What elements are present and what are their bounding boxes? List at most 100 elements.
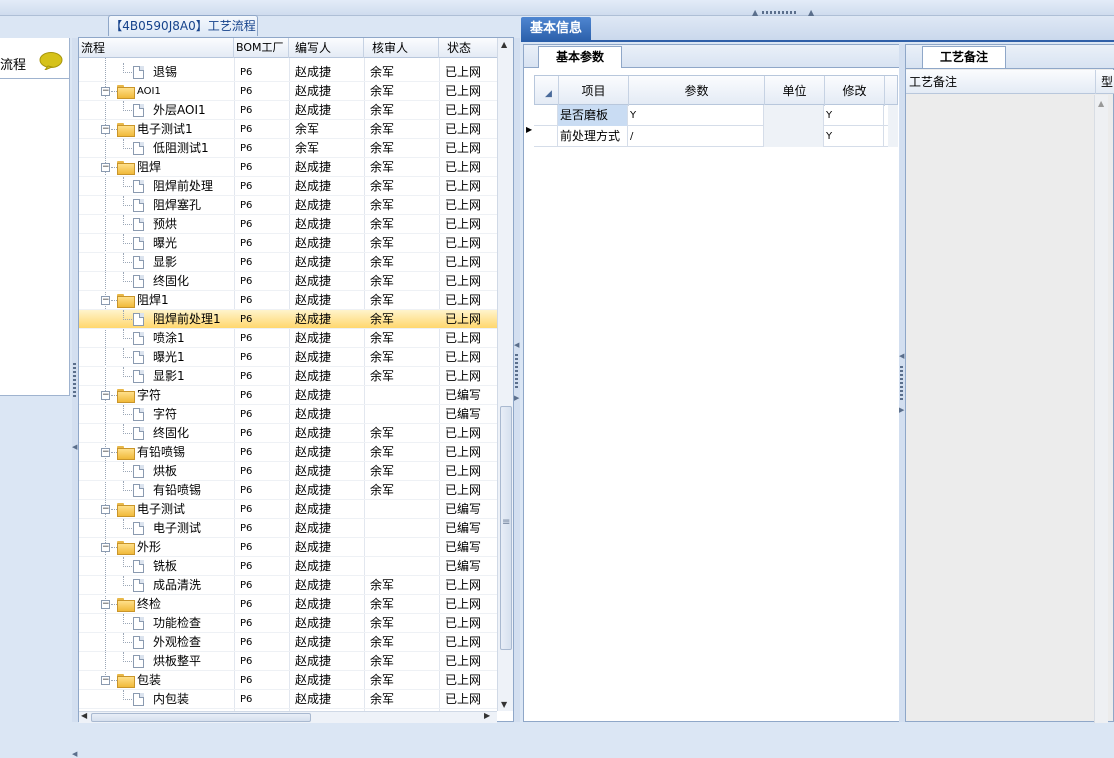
tree-step-row[interactable]: 字符 P6 赵成捷 已编写: [79, 405, 497, 424]
vertical-scrollbar[interactable]: ▲ ▼: [497, 38, 513, 711]
collapse-left-icon[interactable]: ◀: [899, 352, 904, 360]
tab-basic-info[interactable]: 基本信息: [521, 17, 591, 42]
collapse-left-icon[interactable]: ◀: [72, 443, 77, 451]
scroll-right-icon[interactable]: ▶: [484, 711, 490, 720]
tree-step-row[interactable]: 烘板整平 P6 赵成捷 余军 已上网: [79, 652, 497, 671]
tree-step-row[interactable]: 有铅喷锡 P6 赵成捷 余军 已上网: [79, 481, 497, 500]
tree-step-row[interactable]: 电子测试 P6 赵成捷 已编写: [79, 519, 497, 538]
tree-step-row[interactable]: 曝光 P6 赵成捷 余军 已上网: [79, 234, 497, 253]
col-header-status[interactable]: 状态: [439, 38, 497, 58]
writer-cell: 赵成捷: [295, 312, 332, 326]
collapse-right-icon[interactable]: ▶: [514, 394, 519, 402]
collapse-toggle-icon[interactable]: −: [101, 676, 110, 685]
col-header-writer[interactable]: 编写人: [289, 38, 364, 58]
col-header-unit[interactable]: 单位: [765, 76, 825, 106]
tree-group-row[interactable]: − 外形 P6 赵成捷 已编写: [79, 538, 497, 557]
tree-group-row[interactable]: − 字符 P6 赵成捷 已编写: [79, 386, 497, 405]
col-header-notes[interactable]: 工艺备注: [906, 70, 1096, 94]
tree-step-row[interactable]: 烘板 P6 赵成捷 余军 已上网: [79, 462, 497, 481]
process-name-cell: 外层AOI1: [153, 103, 206, 117]
tree-step-row[interactable]: 显影 P6 赵成捷 余军 已上网: [79, 253, 497, 272]
tree-group-row[interactable]: − 有铅喷锡 P6 赵成捷 余军 已上网: [79, 443, 497, 462]
collapse-toggle-icon[interactable]: −: [101, 505, 110, 514]
reviewer-cell: 余军: [370, 483, 395, 497]
row-header-cell[interactable]: [534, 126, 558, 147]
tree-step-row[interactable]: 曝光1 P6 赵成捷 余军 已上网: [79, 348, 497, 367]
col-header-bom[interactable]: BOM工厂: [234, 38, 289, 58]
tree-group-row[interactable]: − AOI1 P6 赵成捷 余军 已上网: [79, 82, 497, 101]
param-unit-cell[interactable]: [764, 126, 824, 147]
param-row[interactable]: 是否磨板 Y Y: [534, 105, 898, 126]
writer-cell: 赵成捷: [295, 255, 332, 269]
tree-step-row[interactable]: 功能检查 P6 赵成捷 余军 已上网: [79, 614, 497, 633]
tree-step-row[interactable]: 低阻测试1 P6 余军 余军 已上网: [79, 139, 497, 158]
tree-step-row[interactable]: 预烘 P6 赵成捷 余军 已上网: [79, 215, 497, 234]
scroll-up-icon[interactable]: ▲: [501, 40, 507, 49]
param-modify-cell[interactable]: Y: [824, 105, 884, 126]
collapse-toggle-icon[interactable]: −: [101, 448, 110, 457]
tree-step-row[interactable]: 喷涂1 P6 赵成捷 余军 已上网: [79, 329, 497, 348]
reviewer-cell: 余军: [370, 179, 395, 193]
tab-process-flow[interactable]: 【4B0590J8A0】工艺流程: [108, 15, 258, 36]
param-modify-cell[interactable]: Y: [824, 126, 884, 147]
tree-step-row[interactable]: 阻焊前处理 P6 赵成捷 余军 已上网: [79, 177, 497, 196]
tree-step-row[interactable]: 外层AOI1 P6 赵成捷 余军 已上网: [79, 101, 497, 120]
tree-step-row[interactable]: 铣板 P6 赵成捷 已编写: [79, 557, 497, 576]
collapse-toggle-icon[interactable]: −: [101, 296, 110, 305]
tree-step-row[interactable]: 终固化 P6 赵成捷 余军 已上网: [79, 272, 497, 291]
status-cell: 已上网: [445, 369, 482, 383]
tree-step-row[interactable]: 显影1 P6 赵成捷 余军 已上网: [79, 367, 497, 386]
tree-group-row[interactable]: − 阻焊1 P6 赵成捷 余军 已上网: [79, 291, 497, 310]
collapse-toggle-icon[interactable]: −: [101, 125, 110, 134]
scroll-left-icon[interactable]: ◀: [81, 711, 87, 720]
middle-splitter[interactable]: ◀ ▶: [514, 38, 520, 722]
collapse-toggle-icon[interactable]: −: [101, 163, 110, 172]
col-header-reviewer[interactable]: 核审人: [364, 38, 439, 58]
col-header-type[interactable]: 型: [1098, 70, 1114, 94]
collapse-left-icon[interactable]: ◀: [514, 341, 519, 349]
notes-scrollbar[interactable]: ▲: [1094, 95, 1108, 723]
top-splitter[interactable]: ▲ ▲: [0, 0, 1114, 17]
param-item-cell[interactable]: 是否磨板: [558, 105, 628, 126]
tree-group-row[interactable]: − 电子测试 P6 赵成捷 已编写: [79, 500, 497, 519]
row-header-cell[interactable]: [534, 105, 558, 126]
tree-step-row[interactable]: 内包装 P6 赵成捷 余军 已上网: [79, 690, 497, 709]
bom-factory-cell: P6: [240, 181, 253, 192]
param-value-cell[interactable]: Y: [628, 105, 764, 126]
collapse-toggle-icon[interactable]: −: [101, 87, 110, 96]
tree-group-row[interactable]: − 阻焊 P6 赵成捷 余军 已上网: [79, 158, 497, 177]
param-unit-cell[interactable]: [764, 105, 824, 126]
tree-step-row[interactable]: 外观检查 P6 赵成捷 余军 已上网: [79, 633, 497, 652]
col-header-process[interactable]: 流程: [79, 38, 234, 58]
collapse-right-icon[interactable]: ▶: [899, 406, 904, 414]
tree-step-row[interactable]: 阻焊塞孔 P6 赵成捷 余军 已上网: [79, 196, 497, 215]
scroll-down-icon[interactable]: ▼: [501, 700, 507, 709]
scroll-up-icon[interactable]: ▲: [1098, 99, 1104, 108]
col-header-item[interactable]: 项目: [559, 76, 629, 106]
param-row[interactable]: 前处理方式 / Y: [534, 126, 898, 147]
tree-step-row[interactable]: 终固化 P6 赵成捷 余军 已上网: [79, 424, 497, 443]
tree-step-row[interactable]: 阻焊前处理1 P6 赵成捷 余军 已上网: [79, 310, 497, 329]
tree-group-row[interactable]: − 包装 P6 赵成捷 余军 已上网: [79, 671, 497, 690]
speech-bubble-icon[interactable]: [39, 52, 63, 70]
col-header-modify[interactable]: 修改: [825, 76, 885, 106]
param-value-cell[interactable]: /: [628, 126, 764, 147]
tab-process-notes[interactable]: 工艺备注: [922, 46, 1006, 68]
tree-group-row[interactable]: − 电子测试1 P6 余军 余军 已上网: [79, 120, 497, 139]
scroll-thumb[interactable]: [500, 406, 512, 650]
tree-step-row[interactable]: 退锡 P6 赵成捷 余军 已上网: [79, 63, 497, 82]
collapse-toggle-icon[interactable]: −: [101, 600, 110, 609]
document-icon: [133, 256, 144, 269]
col-header-param[interactable]: 参数: [629, 76, 765, 106]
tree-group-row[interactable]: − 终检 P6 赵成捷 余军 已上网: [79, 595, 497, 614]
horizontal-scrollbar[interactable]: ◀ ▶: [79, 711, 497, 723]
collapse-left-icon[interactable]: ◀: [72, 750, 77, 758]
tab-basic-params[interactable]: 基本参数: [538, 46, 622, 68]
bom-factory-cell: P6: [240, 409, 253, 420]
collapse-toggle-icon[interactable]: −: [101, 391, 110, 400]
param-item-cell[interactable]: 前处理方式: [558, 126, 628, 147]
collapse-toggle-icon[interactable]: −: [101, 543, 110, 552]
tree-step-row[interactable]: 成品清洗 P6 赵成捷 余军 已上网: [79, 576, 497, 595]
select-all-cell[interactable]: ◢: [535, 76, 559, 106]
scroll-thumb[interactable]: [91, 713, 311, 722]
